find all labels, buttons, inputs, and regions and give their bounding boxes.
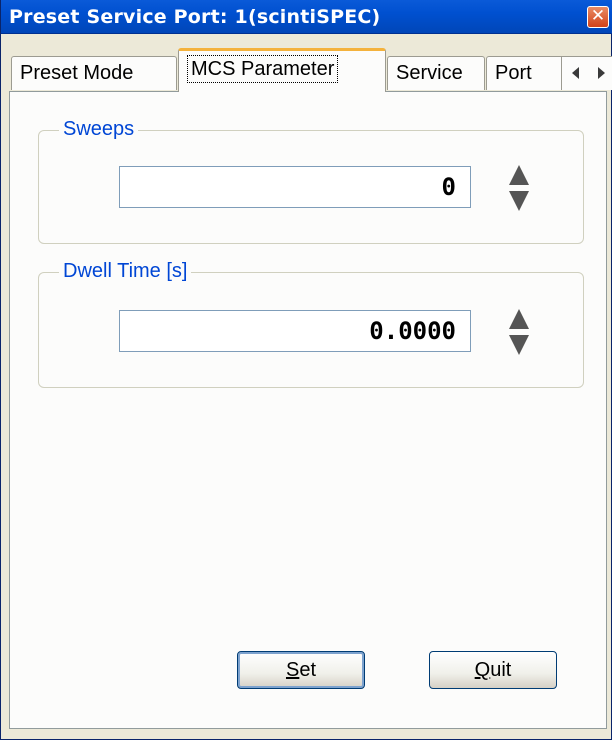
close-button[interactable]: ✕: [587, 6, 609, 28]
close-icon: ✕: [590, 6, 606, 26]
tab-label: MCS Parameter: [187, 55, 339, 83]
tab-scroll-buttons: [561, 56, 612, 90]
dialog-window: Preset Service Port: 1(scintiSPEC) ✕ Pre…: [0, 0, 612, 740]
spin-up-icon[interactable]: [509, 309, 529, 329]
quit-label-rest: uit: [490, 659, 512, 681]
tab-label: Service: [396, 62, 463, 84]
tab-label: Preset Mode: [20, 62, 134, 84]
dwell-time-group: Dwell Time [s] 0.0000: [38, 260, 584, 388]
sweeps-group-label: Sweeps: [59, 118, 139, 141]
tab-service[interactable]: Service: [387, 56, 485, 90]
spin-down-icon[interactable]: [509, 335, 529, 355]
title-bar[interactable]: Preset Service Port: 1(scintiSPEC) ✕: [1, 0, 612, 34]
tab-port[interactable]: Port: [486, 56, 566, 90]
dwell-time-input[interactable]: 0.0000: [119, 310, 471, 352]
arrow-right-icon[interactable]: [598, 67, 605, 79]
spin-down-icon[interactable]: [509, 191, 529, 211]
spin-up-icon[interactable]: [509, 165, 529, 185]
sweeps-group: Sweeps 0: [38, 118, 584, 244]
tab-page-mcs-parameter: Sweeps 0 Dwell Time [s] 0.0000: [9, 91, 607, 729]
tab-label: Port: [495, 62, 532, 84]
tab-preset-mode[interactable]: Preset Mode: [11, 56, 177, 90]
set-label-rest: et: [299, 659, 317, 681]
window-title: Preset Service Port: 1(scintiSPEC): [9, 6, 381, 28]
sweeps-input[interactable]: 0: [119, 166, 471, 208]
dwell-time-group-label: Dwell Time [s]: [59, 260, 192, 283]
dwell-time-spinner: [501, 303, 537, 359]
tab-mcs-parameter[interactable]: MCS Parameter: [178, 48, 386, 92]
sweeps-spinner: [501, 159, 537, 215]
arrow-left-icon[interactable]: [572, 67, 579, 79]
tab-strip: Preset Mode MCS Parameter Service Port: [11, 48, 612, 92]
set-button[interactable]: Set: [237, 651, 365, 689]
set-mnemonic: S: [285, 659, 300, 681]
quit-mnemonic: Q: [474, 659, 491, 681]
quit-button[interactable]: Quit: [429, 651, 557, 689]
